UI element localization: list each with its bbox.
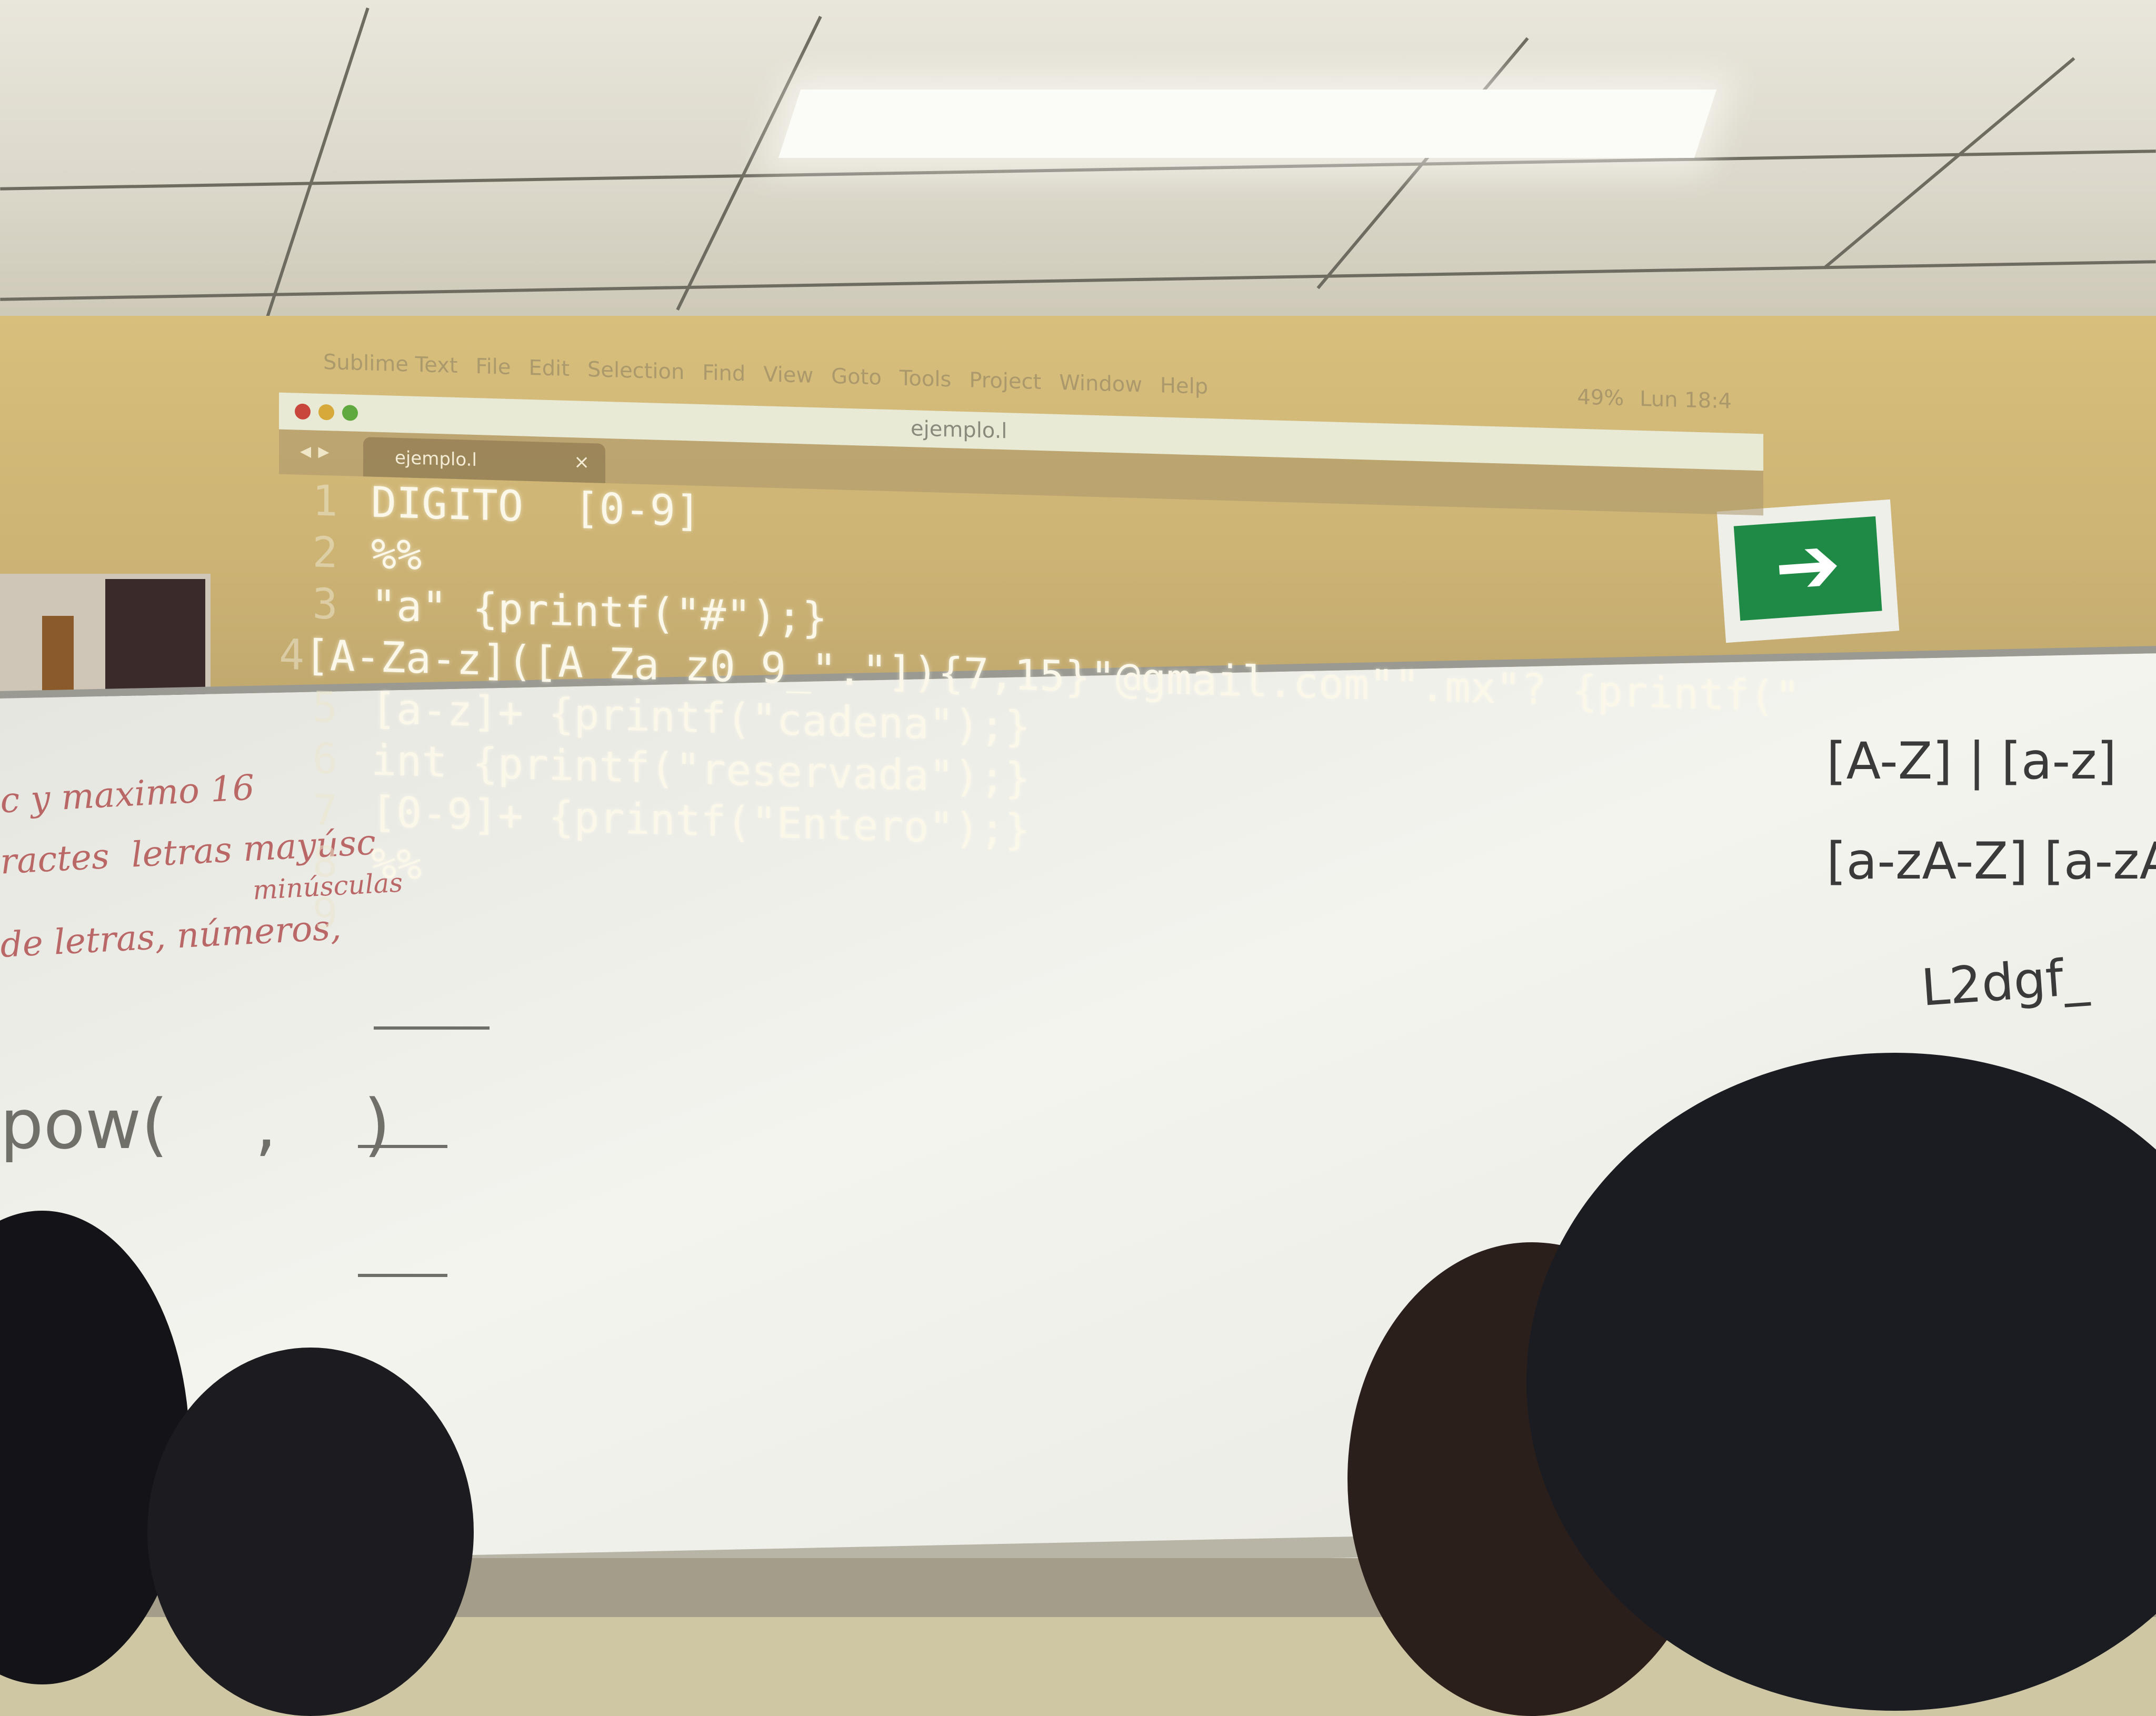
- menu-help[interactable]: Help: [1160, 373, 1208, 399]
- line-number: 2: [312, 527, 338, 577]
- menu-file[interactable]: File: [476, 354, 511, 380]
- menu-selection[interactable]: Selection: [587, 357, 684, 384]
- line-number: 6: [312, 734, 338, 784]
- tab-close-icon[interactable]: ×: [574, 451, 590, 473]
- battery-percent: 49%: [1577, 385, 1624, 411]
- line-number: 8: [312, 837, 338, 887]
- ceiling-grid-line: [265, 7, 370, 319]
- line-number: 4: [279, 630, 305, 680]
- menu-app[interactable]: Sublime Text: [323, 350, 458, 378]
- code-text: %%: [371, 529, 422, 580]
- tab-ejemplo[interactable]: ejemplo.l ×: [363, 437, 605, 483]
- zoom-window-button[interactable]: [342, 404, 358, 421]
- close-window-button[interactable]: [295, 403, 311, 420]
- ceiling-grid-line: [676, 16, 822, 311]
- code-text: %%: [371, 839, 422, 890]
- code-text: DIGITO [0-9]: [371, 477, 701, 536]
- board-line: [374, 1026, 490, 1030]
- menu-window[interactable]: Window: [1059, 371, 1142, 397]
- board-note-pow: pow( , ): [0, 1084, 391, 1164]
- ceiling-grid-line: [1823, 57, 2075, 270]
- board-line: [358, 1274, 447, 1277]
- clock: Lun 18:4: [1640, 386, 1732, 414]
- menubar-status: 49% Lun 18:4: [1577, 385, 1732, 414]
- tab-label: ejemplo.l: [395, 447, 477, 471]
- minimize-window-button[interactable]: [318, 404, 334, 421]
- menu-tools[interactable]: Tools: [900, 366, 952, 392]
- board-note-right: [a-zA-Z] [a-zA: [1826, 832, 2156, 891]
- audience-head: [147, 1348, 474, 1716]
- line-number: 9: [312, 889, 338, 939]
- line-number: 3: [312, 579, 338, 629]
- board-note-right: L2dgf_: [1919, 947, 2091, 1017]
- tab-nav-arrows-icon[interactable]: ◂ ▸: [300, 437, 330, 464]
- ceiling-light: [778, 89, 1717, 158]
- board-line: [358, 1145, 447, 1148]
- menu-goto[interactable]: Goto: [831, 364, 882, 390]
- poster-image: [42, 616, 74, 695]
- menu-edit[interactable]: Edit: [528, 356, 569, 381]
- board-note-right: [A-Z] | [a-z]: [1826, 732, 2117, 791]
- menu-find[interactable]: Find: [702, 361, 745, 386]
- code-editor[interactable]: 1 DIGITO [0-9] 2 %% 3 "a" {printf("#");}…: [279, 474, 1800, 969]
- line-number: 7: [312, 785, 338, 835]
- projected-editor: Sublime Text File Edit Selection Find Vi…: [279, 337, 1800, 958]
- line-number: 1: [312, 476, 338, 526]
- ceiling: [0, 0, 2156, 326]
- window-title: ejemplo.l: [911, 416, 1007, 444]
- menu-view[interactable]: View: [763, 362, 813, 388]
- menu-project[interactable]: Project: [969, 368, 1041, 394]
- ceiling-grid-line: [0, 260, 2156, 301]
- line-number: 5: [312, 682, 338, 732]
